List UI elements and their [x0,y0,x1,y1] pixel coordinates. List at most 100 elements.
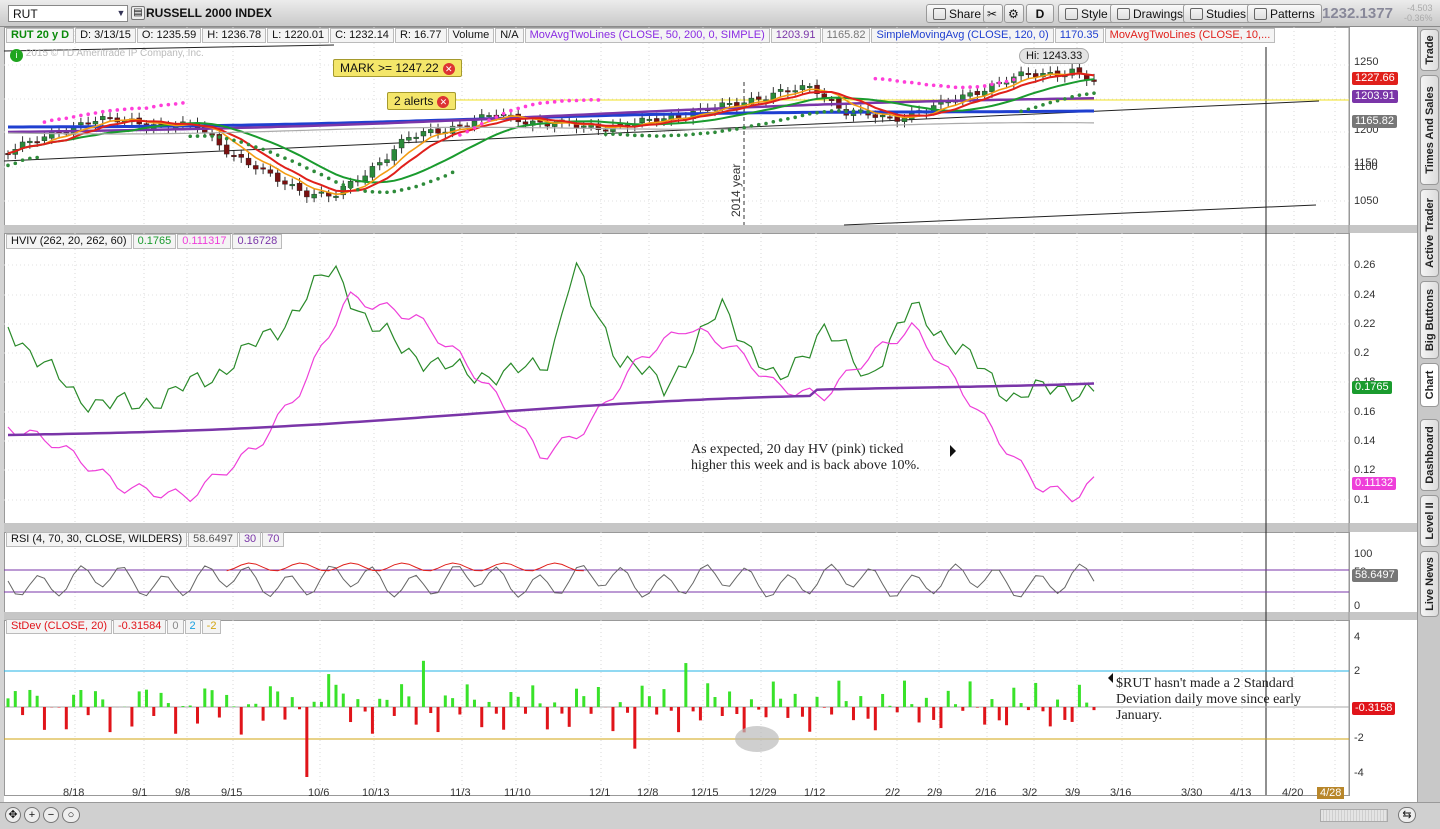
tab-big-buttons[interactable]: Big Buttons [1420,281,1439,359]
dot-marker [909,80,914,85]
alert-mark[interactable]: MARK >= 1247.22 ✕ [333,59,462,77]
dot-marker [348,185,353,190]
dot-marker [1055,98,1060,103]
dot-marker [137,106,141,111]
price-axis-label: 1100 [1354,161,1378,173]
scissors-icon: ✂ [987,7,998,21]
stdev-bar [385,699,389,707]
candle-body [792,90,798,93]
date-axis-label: 12/29 [749,787,777,799]
close-icon[interactable]: ✕ [437,96,450,108]
study-mav-fast[interactable]: MovAvgTwoLines (CLOSE, 10,... [1104,28,1276,43]
scrollbar[interactable] [1320,809,1388,822]
rsi-title[interactable]: RSI (4, 70, 30, CLOSE, WILDERS) [6,532,188,547]
study-sma[interactable]: SimpleMovingAvg (CLOSE, 120, 0) [871,28,1054,43]
stdev-bar [523,707,527,714]
tab-chart[interactable]: Chart [1420,363,1439,407]
candle-body [289,184,295,187]
stdev-bar [472,699,476,707]
link-icon[interactable]: ▤ [131,6,145,20]
style-icon [1065,8,1078,20]
pan-icon[interactable]: ✥ [5,807,21,823]
hviv-axis-label: 0.14 [1354,435,1376,447]
zoom-in-icon[interactable]: + [24,807,40,823]
stdev-bar [924,697,928,707]
dot-marker [341,183,346,187]
candle-body [406,137,412,141]
hviv-axis-label: 0.26 [1354,259,1376,271]
dot-marker [560,99,564,103]
stdev-bar [684,663,688,707]
stdev-bar [618,702,622,707]
chart-area[interactable]: 2014 year RUT 20 y D D: 3/13/15 O: 1235.59… [4,27,1417,802]
fit-icon[interactable]: ○ [62,807,80,823]
close-icon[interactable]: ✕ [442,63,455,75]
stdev-bar [210,690,214,707]
dot-marker [778,118,783,122]
studies-button[interactable]: Studies [1183,4,1254,23]
candle-body [245,157,252,166]
stdev-bar [1070,707,1074,722]
dot-marker [552,100,557,104]
candle-body [282,180,288,185]
tab-active-trader[interactable]: Active Trader [1420,189,1439,277]
stdev-bar [137,691,141,707]
rsi-axis-label: 0 [1354,600,1361,612]
wrench-button[interactable]: ⚙ [1004,4,1024,23]
dot-marker [800,113,805,118]
dot-marker [873,76,878,81]
dot-marker [35,155,39,160]
stdev-title[interactable]: StDev (CLOSE, 20) [6,619,112,634]
stdev-annotation-line: January. [1116,708,1163,723]
drawings-button[interactable]: Drawings [1110,4,1191,23]
stdev-bar [144,689,148,707]
stdev-bar [677,707,681,733]
dot-marker [356,187,360,192]
candle-body [486,115,492,118]
candle-body [318,191,325,194]
zoom-out-icon[interactable]: − [43,807,59,823]
tab-level-ii[interactable]: Level II [1420,495,1439,547]
scissors-button[interactable]: ✂ [983,4,1003,23]
stdev-bar [553,702,557,707]
stdev-bar [429,707,433,714]
dot-marker [450,170,455,175]
candle-body [522,121,529,125]
symbol-input[interactable]: RUT [8,5,128,22]
stdev-annotation-line: Deviation daily move since early [1116,692,1302,707]
symbol-dropdown-icon[interactable]: ▼ [114,6,128,21]
tab-trade[interactable]: Trade [1420,29,1439,71]
study-mav-two-lines[interactable]: MovAvgTwoLines (CLOSE, 50, 200, 0, SIMPL… [524,28,770,43]
date-axis-label: 4/20 [1282,787,1304,799]
candle-body [238,154,244,158]
dot-marker [305,166,309,170]
tab-live-news[interactable]: Live News [1420,551,1439,617]
aggregation-button[interactable]: D [1026,4,1054,23]
date-axis-label: 1/12 [804,787,826,799]
candle-body [974,91,981,95]
price-axis-label: 1050 [1354,195,1379,207]
patterns-button[interactable]: Patterns [1247,4,1322,23]
candle-body [78,122,84,126]
tab-label: Times And Sales [1423,86,1436,174]
share-button[interactable]: Share [926,4,989,23]
stdev-bar [319,701,323,707]
candle-body [719,102,725,108]
scroll-right-icon[interactable]: ⇆ [1398,807,1416,823]
price-axis-label: 1250 [1354,56,1379,68]
tab-dashboard[interactable]: Dashboard [1420,419,1439,491]
alert-count[interactable]: 2 alerts ✕ [387,92,457,110]
stdev-bar [349,707,353,723]
style-button[interactable]: Style [1058,4,1115,23]
tab-times-and-sales[interactable]: Times And Sales [1420,75,1439,185]
hviv-title[interactable]: HVIV (262, 20, 262, 60) [6,234,132,249]
dot-marker [975,85,980,89]
dot-marker [385,190,389,195]
dot-marker [603,132,608,137]
dot-marker [57,117,61,121]
symbol-period[interactable]: RUT 20 y D [6,28,75,43]
info-icon[interactable]: i [10,49,23,62]
date-axis-label: 2/9 [927,787,943,799]
dot-marker [654,134,659,138]
candle-body [100,116,106,121]
